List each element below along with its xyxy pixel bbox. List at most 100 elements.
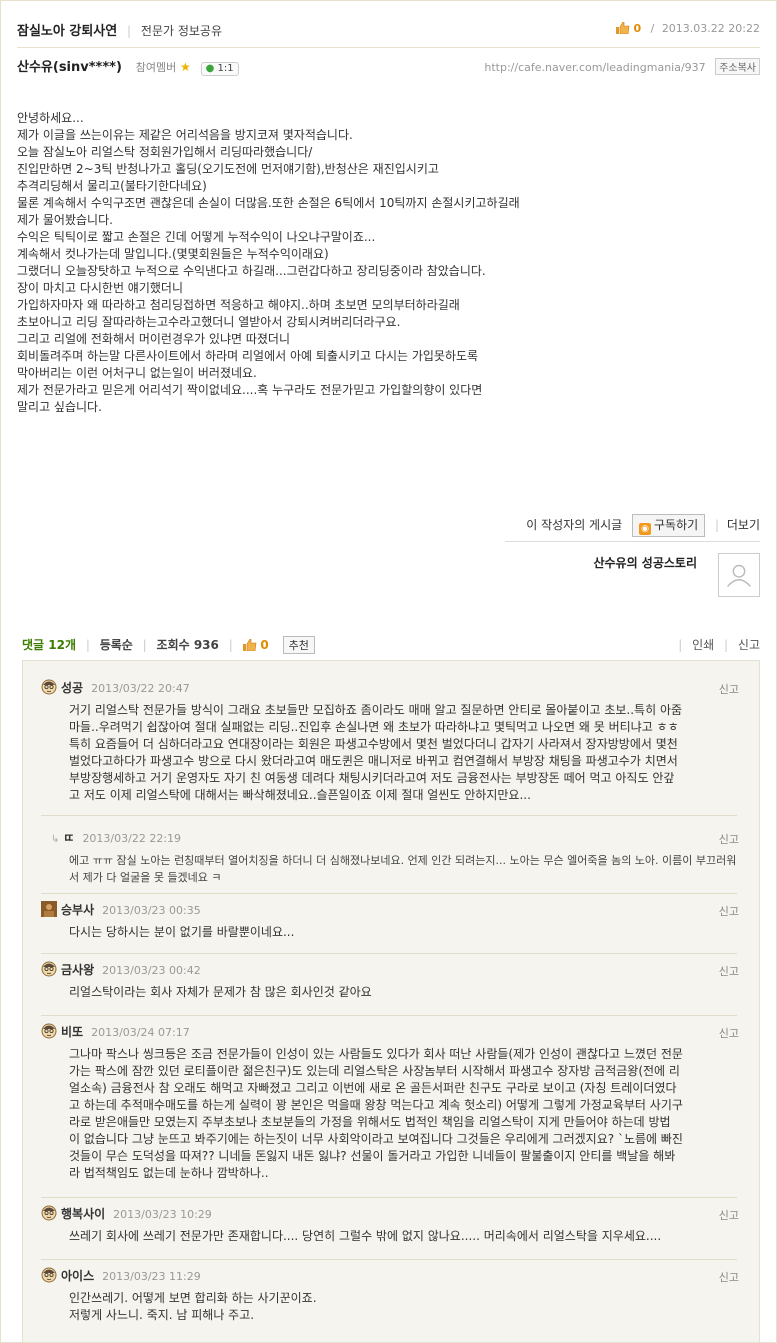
profile-placeholder-icon[interactable]: [718, 553, 760, 597]
bar-divider: |: [724, 638, 729, 652]
comment-line: 거기 리얼스탁 전문가들 방식이 그래요 초보들만 모집하죠 좀이라도 매매 알…: [69, 703, 683, 717]
avatar-icon[interactable]: [41, 1205, 57, 1221]
comment-divider: [41, 953, 737, 954]
comment-line: 얼소속) 금융전사 참 오래도 해먹고 자빠졌고 그리고 이번에 새로 온 골든…: [69, 1081, 677, 1095]
comment-line: 그나마 팍스나 씽크등은 조금 전문가들이 인성이 있는 사람들도 있다가 회사…: [69, 1047, 683, 1061]
comment-line: 인간쓰레기. 어떻게 보면 합리화 하는 사기꾼이죠.: [69, 1291, 317, 1305]
comment-nick[interactable]: 비또: [61, 1025, 83, 1039]
comment-line: 벌었다고하다가 파생고수 방으로 다시 왔더라고여 매도퀸은 매니저로 바뀌고 …: [69, 754, 678, 768]
author-nick[interactable]: 산수유(sinv****): [17, 60, 122, 75]
recommend-button[interactable]: 추천: [282, 636, 315, 654]
comment-nick[interactable]: 승부사: [61, 903, 94, 917]
comment-meta: 비또 2013/03/24 07:17 신고: [41, 1023, 739, 1041]
post-line: 회비돌려주며 하는말 다른사이트에서 하라며 리얼에서 아예 퇴출시키고 다시는…: [17, 349, 479, 363]
title-divider: |: [127, 24, 132, 38]
post-header: 잠실노아 강퇴사연 | 전문가 정보공유 0 / 2013.03.22 20:2…: [17, 20, 760, 40]
comment-nick[interactable]: 성공: [61, 681, 83, 695]
post-line: 장이 마치고 다시한번 얘기했더니: [17, 281, 184, 295]
print-link[interactable]: 인쇄: [692, 638, 714, 652]
sort-order[interactable]: 등록순: [100, 638, 133, 652]
comment-meta: 금사왕 2013/03/23 00:42 신고: [41, 961, 739, 979]
comment-line: 쓰레기 회사에 쓰레기 전문가만 존재합니다.... 당연히 그럴수 밖에 없지…: [69, 1229, 662, 1243]
club-title[interactable]: 잠실노아 강퇴사연: [17, 24, 117, 39]
post-line: 안녕하세요...: [17, 111, 84, 125]
post-line: 그리고 리얼에 전화해서 머이런경우가 있냐면 따졌더니: [17, 332, 290, 346]
meta-slash: /: [650, 22, 655, 35]
post-line: 제가 이글을 쓰는이유는 제같은 어리석음을 방지코져 몇자적습니다.: [17, 128, 353, 142]
post-line: 제가 전문가라고 믿은게 어리석기 짝이없네요....혹 누구라도 전문가믿고 …: [17, 383, 483, 397]
comment-date: 2013/03/22 22:19: [82, 832, 182, 845]
post-line: 물론 계속해서 수익구조면 괜찮은데 손실이 더많음.또한 손절은 6틱에서 1…: [17, 196, 520, 210]
comment-date: 2013/03/23 10:29: [113, 1208, 212, 1221]
story-title[interactable]: 산수유의 성공스토리: [593, 554, 697, 571]
post-line: 제가 물어봤습니다.: [17, 213, 113, 227]
reply-item: ↳ ㄸ 2013/03/22 22:19 신고 에고 ㅠㅠ 잠실 노아는 런칭때부터 열…: [41, 829, 739, 886]
comment-text: 다시는 당하시는 분이 없기를 바랄뿐이네요...: [69, 924, 737, 941]
comment-line: 이 없습니다 그냥 눈뜨고 봐주기에는 하는짓이 너무 사회악이라고 보여집니다…: [69, 1132, 683, 1146]
comment-meta: 행복사이 2013/03/23 10:29 신고: [41, 1205, 739, 1223]
bar-divider: |: [142, 638, 147, 652]
post-line: 가입하자마자 왜 따라하고 첨리딩접하면 적응하고 해야지..하며 초보면 모의…: [17, 298, 460, 312]
comment-report-link[interactable]: 신고: [719, 1269, 739, 1285]
comment-line: 특히 요즘들어 더 심하더라고요 연대장이라는 회원은 파생고수방에서 몇천 벌…: [69, 737, 678, 751]
post-line: 추격리딩해서 물리고(불타기한다네요): [17, 179, 207, 193]
bar-actions: | 인쇄 | 신고: [678, 636, 760, 653]
post-line: 수익은 틱틱이로 짧고 손절은 긴데 어떻게 누적수익이 나오냐구말이죠...: [17, 230, 376, 244]
bar-divider: |: [85, 638, 90, 652]
comment-line: 라로 받은애들만 모였는지 주부초보나 초보분들의 가정을 위해서도 법적인 책…: [69, 1115, 671, 1129]
comment-line: 가는 팍스에 잠깐 있던 로티플이란 젊은친구)도 있는데 리얼스탁은 사장놈부…: [69, 1064, 680, 1078]
comment-divider: [41, 893, 737, 894]
category-link[interactable]: 전문가 정보공유: [141, 24, 222, 38]
post-datetime: 2013.03.22 20:22: [661, 22, 760, 35]
avatar-icon[interactable]: [41, 961, 57, 977]
comment-item: 행복사이 2013/03/23 10:29 신고쓰레기 회사에 쓰레기 전문가만 존…: [41, 1205, 739, 1245]
chat-button[interactable]: ● 1:1: [200, 62, 239, 76]
comment-nick[interactable]: ㄸ: [63, 831, 74, 845]
comment-divider: [41, 815, 737, 816]
comment-line: 고 저도 이제 리얼스탁에 대해서는 빠삭해졌네요..슬픈일이죠 이제 절대 얼…: [69, 788, 531, 802]
comment-report-link[interactable]: 신고: [719, 681, 739, 697]
subscribe-button[interactable]: ◉ 구독하기: [632, 514, 706, 537]
comment-meta: 아이스 2013/03/23 11:29 신고: [41, 1267, 739, 1285]
view-count: 조회수 936: [156, 638, 219, 652]
comment-report-link[interactable]: 신고: [719, 1025, 739, 1041]
post-url[interactable]: http://cafe.naver.com/leadingmania/937: [484, 61, 705, 74]
bar-divider: |: [678, 638, 683, 652]
comment-nick[interactable]: 아이스: [61, 1269, 94, 1283]
report-link[interactable]: 신고: [738, 638, 760, 652]
post-line: 그랬더니 오늘장탓하고 누적으로 수익낸다고 하길래...그런갑다하고 장리딩중…: [17, 264, 486, 278]
comment-meta: 성공 2013/03/22 20:47 신고: [41, 679, 739, 697]
comment-report-link[interactable]: 신고: [719, 831, 739, 847]
url-area: http://cafe.naver.com/leadingmania/937 주…: [484, 58, 760, 75]
comment-nick[interactable]: 금사왕: [61, 963, 94, 977]
story-divider: [505, 541, 760, 542]
comment-divider: [41, 1015, 737, 1016]
like-count: 0: [633, 22, 642, 35]
comment-text: 그나마 팍스나 씽크등은 조금 전문가들이 인성이 있는 사람들도 있다가 회사…: [69, 1046, 737, 1182]
comment-nick[interactable]: 행복사이: [61, 1207, 105, 1221]
comment-count[interactable]: 댓글 12개: [22, 638, 76, 652]
comment-report-link[interactable]: 신고: [719, 963, 739, 979]
comment-line: 것들이 무슨 도덕성을 따져?? 니네들 돈잃지 내돈 잃냐? 선물이 돌거라고…: [69, 1149, 676, 1163]
copy-url-button[interactable]: 주소복사: [715, 58, 760, 75]
reply-arrow-icon: ↳: [51, 834, 60, 845]
more-link[interactable]: 더보기: [727, 518, 760, 532]
rss-icon: ◉: [639, 523, 651, 535]
thumbs-up-icon[interactable]: [615, 22, 630, 34]
comment-item: 아이스 2013/03/23 11:29 신고인간쓰레기. 어떻게 보면 합리화 하…: [41, 1267, 739, 1324]
avatar-icon[interactable]: [41, 901, 57, 917]
comment-meta: 승부사 2013/03/23 00:35 신고: [41, 901, 739, 919]
post-line: 막아버리는 이런 어처구니 없는일이 버러졌네요.: [17, 366, 257, 380]
avatar-icon[interactable]: [41, 679, 57, 695]
thumbs-up-icon[interactable]: [242, 639, 257, 651]
avatar-icon[interactable]: [41, 1267, 57, 1283]
subscribe-row: 이 작성자의 게시글 ◉ 구독하기 | 더보기: [526, 514, 760, 537]
header-meta: 0 / 2013.03.22 20:22: [615, 22, 760, 35]
comment-report-link[interactable]: 신고: [719, 903, 739, 919]
avatar-icon[interactable]: [41, 1023, 57, 1039]
comment-divider: [41, 1259, 737, 1260]
post-line: 진입만하면 2~3틱 반청나가고 홀딩(오기도전에 먼저얘기함),반청산은 재진…: [17, 162, 439, 176]
post-line: 말리고 싶습니다.: [17, 400, 102, 414]
comment-date: 2013/03/22 20:47: [91, 682, 190, 695]
comment-report-link[interactable]: 신고: [719, 1207, 739, 1223]
